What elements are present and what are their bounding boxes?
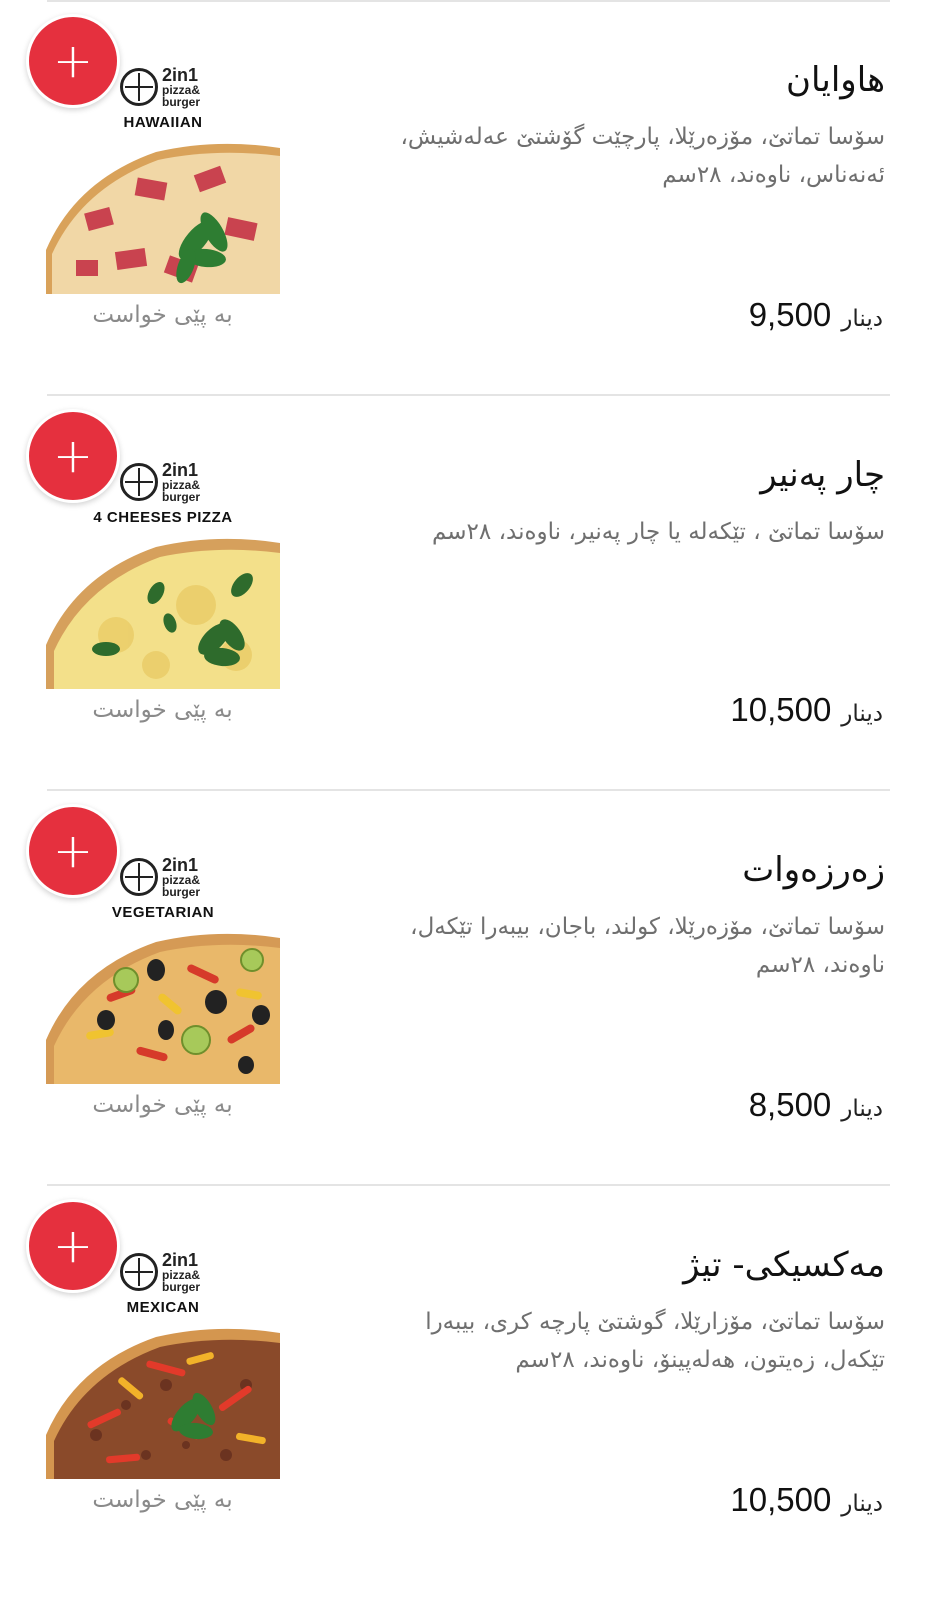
brand-name: 2in1 [162,1250,199,1270]
item-title: زەرزەوات [742,850,885,890]
brand-logo: 2in1 pizza& burger [120,856,200,898]
brand-logo: 2in1 pizza& burger [120,66,200,108]
plus-icon: + [52,1218,94,1274]
image-pizza-name: MEXICAN [126,1299,200,1316]
price-currency: دینار [841,701,883,727]
brand-name: 2in1 [162,65,199,85]
image-pizza-name: HAWAIIAN [123,114,203,131]
image-pizza-name: 4 CHEESES PIZZA [93,509,233,526]
item-title: چار پەنیر [760,455,885,495]
item-description: سۆسا تماتێ، مۆزارێلا، گوشتێ پارچە کری، ب… [425,1309,885,1373]
price-amount: 10,500 [730,1481,832,1518]
brand-name: 2in1 [162,460,199,480]
cheese-pizza-icon [46,535,280,689]
price-currency: دینار [841,1491,883,1517]
plus-icon: + [52,33,94,89]
add-to-cart-button[interactable]: + [26,804,120,898]
brand-logo: 2in1 pizza& burger [120,1251,200,1293]
price-amount: 10,500 [730,691,832,728]
item-title: مەکسیکی- تیژ [683,1245,885,1285]
request-note: بە پێی خواست [92,697,233,723]
menu-item-hawaiian[interactable]: 2in1 pizza& burger HAWAIIAN + هاوایان سۆ… [0,0,951,395]
item-description: سۆسا تماتێ ، تێکەلە یا چار پەنیر، ناوەند… [431,519,885,545]
pizza-logo-icon [120,1253,158,1291]
menu-item-mexican[interactable]: 2in1 pizza& burger MEXICAN + مەکسیکی- تی… [0,1185,951,1580]
price-amount: 8,500 [748,1086,832,1123]
mexican-pizza-icon [46,1325,280,1479]
brand-sub2: burger [162,490,201,504]
price-currency: دینار [841,306,883,332]
brand-logo: 2in1 pizza& burger [120,461,200,503]
item-price: 8,500 دینار [749,1086,883,1124]
menu-item-four-cheeses[interactable]: 2in1 pizza& burger 4 CHEESES PIZZA + چار… [0,395,951,790]
pizza-logo-icon [120,463,158,501]
pizza-logo-icon [120,858,158,896]
brand-sub2: burger [162,885,201,899]
brand-sub2: burger [162,95,201,109]
vegetarian-pizza-icon [46,930,280,1084]
item-description: سۆسا تماتێ، مۆزەرێلا، پارچێت گۆشتێ عەلەش… [400,124,885,188]
plus-icon: + [52,823,94,879]
price-amount: 9,500 [748,296,832,333]
request-note: بە پێی خواست [92,1487,233,1513]
add-to-cart-button[interactable]: + [26,1199,120,1293]
menu-item-vegetarian[interactable]: 2in1 pizza& burger VEGETARIAN + زەرزەوات… [0,790,951,1185]
request-note: بە پێی خواست [92,302,233,328]
item-price: 9,500 دینار [749,296,883,334]
item-price: 10,500 دینار [730,691,883,729]
pizza-logo-icon [120,68,158,106]
item-description: سۆسا تماتێ، مۆزەرێلا، کولند، باجان، بیبە… [410,914,885,978]
item-title: هاوایان [786,60,885,100]
plus-icon: + [52,428,94,484]
price-currency: دینار [841,1096,883,1122]
brand-name: 2in1 [162,855,199,875]
hawaiian-pizza-icon [46,140,280,294]
request-note: بە پێی خواست [92,1092,233,1118]
item-price: 10,500 دینار [730,1481,883,1519]
add-to-cart-button[interactable]: + [26,14,120,108]
add-to-cart-button[interactable]: + [26,409,120,503]
brand-sub2: burger [162,1280,201,1294]
image-pizza-name: VEGETARIAN [111,904,215,921]
